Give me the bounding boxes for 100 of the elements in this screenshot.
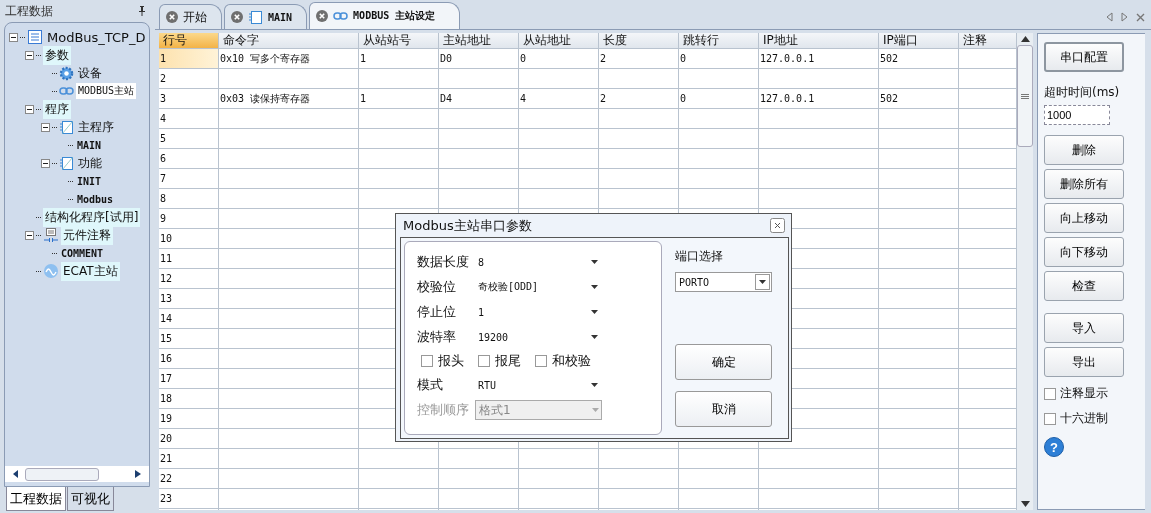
help-button[interactable]: ? bbox=[1044, 437, 1064, 457]
column-header[interactable]: 主站地址 bbox=[439, 33, 519, 49]
column-header[interactable]: 跳转行 bbox=[679, 33, 759, 49]
grip-icon[interactable] bbox=[1021, 93, 1029, 99]
tree-item[interactable]: MODBUS主站 bbox=[76, 83, 137, 99]
column-header[interactable]: 命令字 bbox=[219, 33, 359, 49]
action-button[interactable]: 导入 bbox=[1044, 313, 1124, 343]
action-button[interactable]: 向下移动 bbox=[1044, 237, 1124, 267]
collapse-toggle[interactable] bbox=[25, 50, 34, 60]
table-cell-text: 1 bbox=[359, 52, 368, 66]
collapse-toggle[interactable] bbox=[41, 122, 50, 132]
pin-icon[interactable] bbox=[138, 6, 146, 16]
table-cell-text: 502 bbox=[879, 52, 900, 66]
checkbox-label: 注释显示 bbox=[1060, 385, 1108, 402]
wave-icon bbox=[43, 263, 59, 279]
column-header[interactable]: IP地址 bbox=[759, 33, 879, 49]
checkbox-label: 和校验 bbox=[552, 352, 591, 370]
table-cell-text: 127.0.0.1 bbox=[759, 92, 816, 106]
close-icon[interactable] bbox=[316, 10, 329, 22]
checkbox-label: 报头 bbox=[438, 352, 464, 370]
action-button[interactable]: 导出 bbox=[1044, 347, 1124, 377]
link-icon bbox=[333, 11, 349, 21]
table-cell-text: 502 bbox=[879, 92, 900, 106]
tree-item[interactable]: INIT bbox=[75, 174, 104, 188]
document-tab[interactable]: 开始 bbox=[159, 4, 222, 29]
link-icon bbox=[59, 86, 74, 96]
table-cell-text: D0 bbox=[439, 52, 454, 66]
document-icon bbox=[27, 29, 43, 45]
scroll-left-icon[interactable] bbox=[13, 470, 19, 478]
table-cell-text: 0 bbox=[519, 52, 528, 66]
scroll-up-icon[interactable] bbox=[1020, 36, 1030, 42]
block-icon bbox=[59, 119, 74, 135]
table-cell-text: D4 bbox=[439, 92, 454, 106]
panel-tab[interactable]: 可视化 bbox=[67, 487, 114, 511]
dialog-button[interactable]: 确定 bbox=[675, 344, 772, 380]
close-icon[interactable] bbox=[1136, 12, 1145, 22]
gear-icon bbox=[59, 65, 74, 81]
table-cell-text: 0 bbox=[679, 52, 688, 66]
scroll-right-icon[interactable] bbox=[135, 470, 141, 478]
config-button[interactable]: 串口配置 bbox=[1044, 42, 1124, 72]
horizontal-scrollbar[interactable] bbox=[5, 466, 149, 482]
column-header[interactable]: 长度 bbox=[599, 33, 679, 49]
checkbox[interactable] bbox=[535, 355, 547, 367]
checkbox-label: 报尾 bbox=[495, 352, 521, 370]
dialog-button[interactable]: 取消 bbox=[675, 391, 772, 427]
tree-item[interactable]: 参数 bbox=[43, 45, 71, 65]
caret-icon bbox=[759, 280, 766, 284]
action-button[interactable]: 删除 bbox=[1044, 135, 1124, 165]
panel-tab[interactable]: 工程数据 bbox=[6, 487, 66, 511]
field-label: 模式 bbox=[417, 376, 444, 394]
tree-item[interactable]: ECAT主站 bbox=[61, 261, 120, 281]
action-button[interactable]: 检查 bbox=[1044, 271, 1124, 301]
table-cell-text: 2 bbox=[599, 92, 608, 106]
collapse-toggle[interactable] bbox=[25, 104, 34, 114]
close-icon[interactable] bbox=[166, 11, 178, 23]
table-cell-text: 0x03 读保持寄存器 bbox=[219, 92, 312, 106]
table-cell-text: 1 bbox=[359, 92, 368, 106]
column-header[interactable]: 从站地址 bbox=[519, 33, 599, 49]
table-cell-text: 0 bbox=[679, 92, 688, 106]
caret-icon bbox=[591, 260, 598, 264]
action-button[interactable]: 删除所有 bbox=[1044, 169, 1124, 199]
block-icon bbox=[248, 9, 263, 25]
checkbox[interactable] bbox=[1044, 387, 1056, 400]
tree-item[interactable]: Modbus bbox=[75, 192, 116, 206]
close-icon[interactable] bbox=[231, 11, 243, 23]
checkbox[interactable] bbox=[421, 355, 433, 367]
field-label: 停止位 bbox=[417, 303, 457, 321]
collapse-toggle[interactable] bbox=[9, 32, 18, 42]
tree-item[interactable]: ModBus_TCP_D bbox=[45, 28, 148, 46]
collapse-toggle[interactable] bbox=[25, 230, 34, 240]
port-dropdown[interactable]: PORTO bbox=[675, 272, 772, 292]
comment-icon bbox=[43, 227, 59, 243]
column-header[interactable]: 行号 bbox=[159, 33, 219, 49]
checkbox[interactable] bbox=[1044, 412, 1056, 425]
action-button[interactable]: 向上移动 bbox=[1044, 203, 1124, 233]
caret-icon bbox=[591, 383, 598, 387]
field-label: 数据长度 bbox=[417, 253, 470, 271]
column-header[interactable]: 从站站号 bbox=[359, 33, 439, 49]
tree-item[interactable]: MAIN bbox=[75, 138, 104, 152]
checkbox[interactable] bbox=[478, 355, 490, 367]
tree-item[interactable]: 程序 bbox=[43, 99, 71, 119]
tree-item[interactable]: COMMENT bbox=[59, 246, 106, 260]
tree-item[interactable]: 主程序 bbox=[76, 117, 116, 137]
row-number[interactable]: 1 bbox=[159, 49, 219, 68]
caret-icon bbox=[591, 285, 598, 289]
caret-icon bbox=[591, 335, 598, 339]
document-tab[interactable]: MAIN bbox=[224, 4, 308, 29]
tree-item[interactable]: 设备 bbox=[76, 63, 104, 83]
vertical-scrollbar[interactable] bbox=[1017, 33, 1033, 510]
scroll-down-icon[interactable] bbox=[1020, 501, 1030, 507]
timeout-field[interactable]: 1000 bbox=[1044, 105, 1110, 125]
tree-item[interactable]: 结构化程序[试用] bbox=[43, 207, 141, 227]
close-icon[interactable] bbox=[770, 218, 785, 233]
tree-item[interactable]: 功能 bbox=[76, 153, 104, 173]
table-cell-text: 2 bbox=[599, 52, 608, 66]
port-label: 端口选择 bbox=[675, 248, 724, 265]
document-tab[interactable]: MODBUS 主站设定 bbox=[309, 2, 461, 29]
block-icon bbox=[59, 155, 74, 171]
collapse-toggle[interactable] bbox=[41, 158, 50, 168]
column-header[interactable]: IP端口 bbox=[879, 33, 959, 49]
